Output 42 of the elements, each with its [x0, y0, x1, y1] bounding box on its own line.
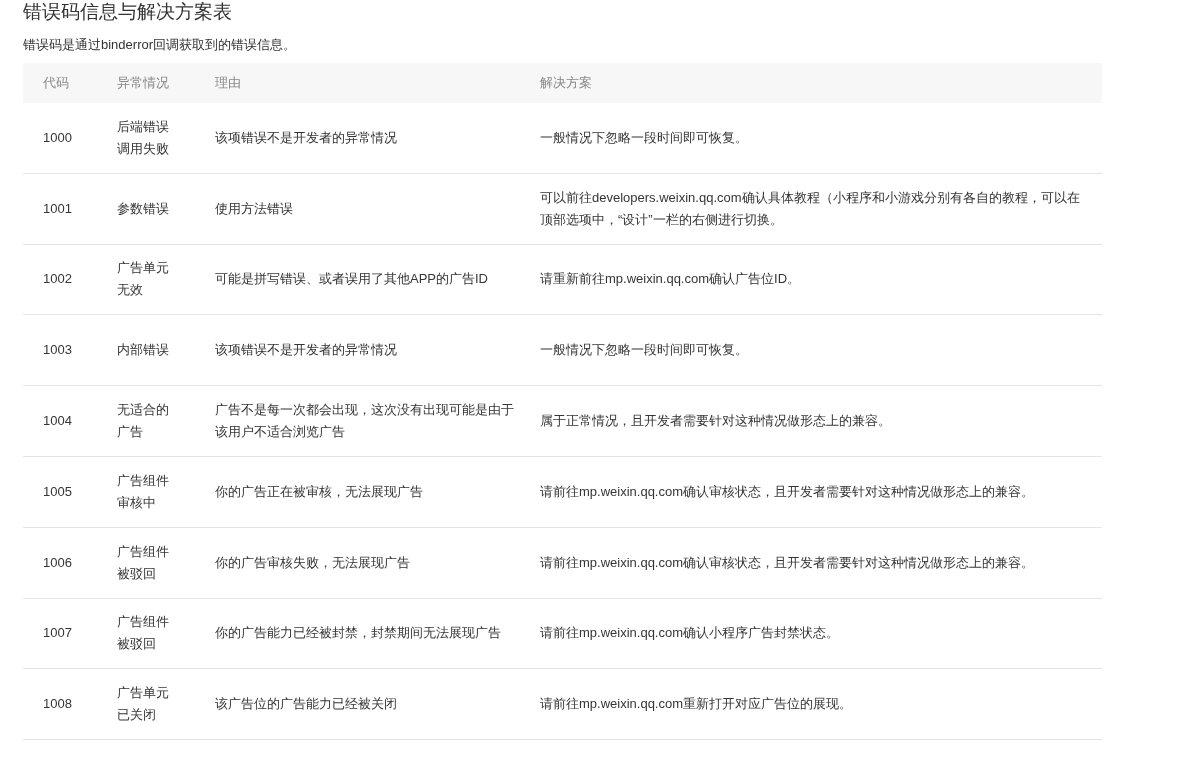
table-cell-text: 1004 [43, 412, 73, 431]
table-cell-text: 你的广告能力已经被封禁，封禁期间无法展现广告 [215, 624, 502, 643]
table-cell-text: 广告单元无效 [117, 259, 170, 300]
table-cell-text: 你的广告正在被审核，无法展现广告 [215, 482, 424, 501]
column-header: 代码 [42, 74, 69, 93]
table-cell-text: 使用方法错误 [215, 199, 294, 218]
table-cell-text: 广告组件审核中 [117, 471, 170, 512]
table-cell-text: 请前往mp.weixin.qq.com重新打开对应广告位的展现。 [540, 695, 854, 714]
column-header: 异常情况 [116, 74, 169, 93]
table-cell-text: 无适合的广告 [117, 401, 170, 442]
table-cell-text: 该项错误不是开发者的异常情况 [215, 128, 398, 147]
table-cell-text: 一般情况下忽略一段时间即可恢复。 [540, 128, 749, 147]
table-cell-text: 请前往mp.weixin.qq.com确认审核状态，且开发者需要针对这种情况做形态上的兼容。 [540, 482, 1036, 501]
column-header: 理由 [214, 74, 241, 93]
table-cell-text: 后端错误调用失败 [117, 117, 170, 158]
table-cell-text: 请重新前往mp.weixin.qq.com确认广告位ID。 [540, 270, 802, 289]
table-cell-text: 1001 [43, 199, 73, 218]
table-cell-text: 该广告位的广告能力已经被关闭 [215, 695, 398, 714]
table-cell-text: 1003 [43, 341, 73, 360]
table-cell-text: 该项错误不是开发者的异常情况 [215, 341, 398, 360]
table-cell-text: 请前往mp.weixin.qq.com确认小程序广告封禁状态。 [540, 624, 841, 643]
table-cell-text: 请前往mp.weixin.qq.com确认审核状态，且开发者需要针对这种情况做形态上的兼容。 [540, 553, 1036, 572]
table-cell-text: 内部错误 [117, 341, 170, 360]
page-title: 错误码信息与解决方案表 [23, 0, 233, 24]
table-cell-text: 一般情况下忽略一段时间即可恢复。 [540, 341, 749, 360]
column-header: 解决方案 [539, 74, 592, 93]
table-cell-text: 1008 [43, 695, 73, 714]
intro-text: 错误码是通过binderror回调获取到的错误信息。 [23, 36, 298, 54]
table-cell-text: 1002 [43, 270, 73, 289]
table-cell-text: 可能是拼写错误、或者误用了其他APP的广告ID [215, 270, 489, 289]
table-cell-text: 可以前往developers.weixin.qq.com确认具体教程（小程序和小游戏分别有各自的教程，可以在顶部选项中，“设计”一栏的右侧进行切换。 [540, 188, 1081, 229]
table-cell-text: 你的广告审核失败，无法展现广告 [215, 553, 411, 572]
table-cell-text: 广告组件被驳回 [117, 613, 170, 654]
table-cell-text: 广告不是每一次都会出现，这次没有出现可能是由于该用户不适合浏览广告 [215, 401, 515, 442]
table-cell-text: 属于正常情况，且开发者需要针对这种情况做形态上的兼容。 [540, 412, 892, 431]
table-cell-text: 参数错误 [117, 199, 170, 218]
table-cell-text: 1000 [43, 128, 73, 147]
table-cell-text: 1007 [43, 624, 73, 643]
table-cell-text: 1006 [43, 553, 73, 572]
table-cell-text: 1005 [43, 482, 73, 501]
table-cell-text: 广告组件被驳回 [117, 542, 170, 583]
table-cell-text: 广告单元已关闭 [117, 684, 170, 725]
